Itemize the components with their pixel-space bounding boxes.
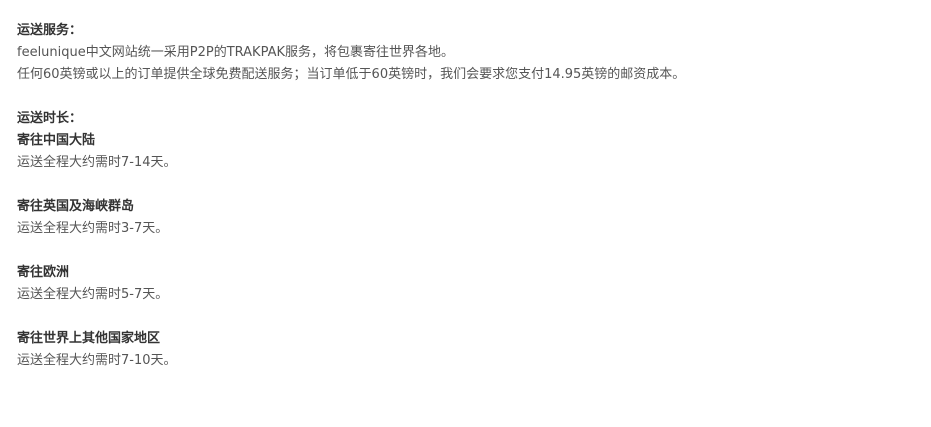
region-item: 寄往欧洲 运送全程大约需时5-7天。 <box>17 262 931 306</box>
shipping-service-title: 运送服务： <box>17 23 83 38</box>
shipping-service-section: 运送服务： feelunique中文网站统一采用P2P的TRAKPAK服务，将包… <box>17 20 931 86</box>
region-item: 寄往中国大陆 运送全程大约需时7-14天。 <box>17 130 931 174</box>
region-spacer <box>17 306 931 328</box>
shipping-time-title: 运送时长： <box>17 111 83 126</box>
region-name: 寄往中国大陆 <box>17 133 96 148</box>
region-spacer <box>17 240 931 262</box>
region-duration: 运送全程大约需时7-10天。 <box>17 353 177 368</box>
region-spacer <box>17 174 931 196</box>
region-duration: 运送全程大约需时3-7天。 <box>17 221 169 236</box>
region-duration: 运送全程大约需时7-14天。 <box>17 155 177 170</box>
shipping-service-line: feelunique中文网站统一采用P2P的TRAKPAK服务，将包裹寄往世界各… <box>17 45 455 60</box>
region-name: 寄往英国及海峡群岛 <box>17 199 135 214</box>
region-duration: 运送全程大约需时5-7天。 <box>17 287 169 302</box>
region-item: 寄往世界上其他国家地区 运送全程大约需时7-10天。 <box>17 328 931 372</box>
shipping-info-content: 运送服务： feelunique中文网站统一采用P2P的TRAKPAK服务，将包… <box>0 0 931 372</box>
shipping-time-section: 运送时长： 寄往中国大陆 运送全程大约需时7-14天。 寄往英国及海峡群岛 运送… <box>17 108 931 372</box>
region-name: 寄往欧洲 <box>17 265 70 280</box>
region-item: 寄往英国及海峡群岛 运送全程大约需时3-7天。 <box>17 196 931 240</box>
region-name: 寄往世界上其他国家地区 <box>17 331 161 346</box>
shipping-service-line: 任何60英镑或以上的订单提供全球免费配送服务；当订单低于60英镑时，我们会要求您… <box>17 67 686 82</box>
